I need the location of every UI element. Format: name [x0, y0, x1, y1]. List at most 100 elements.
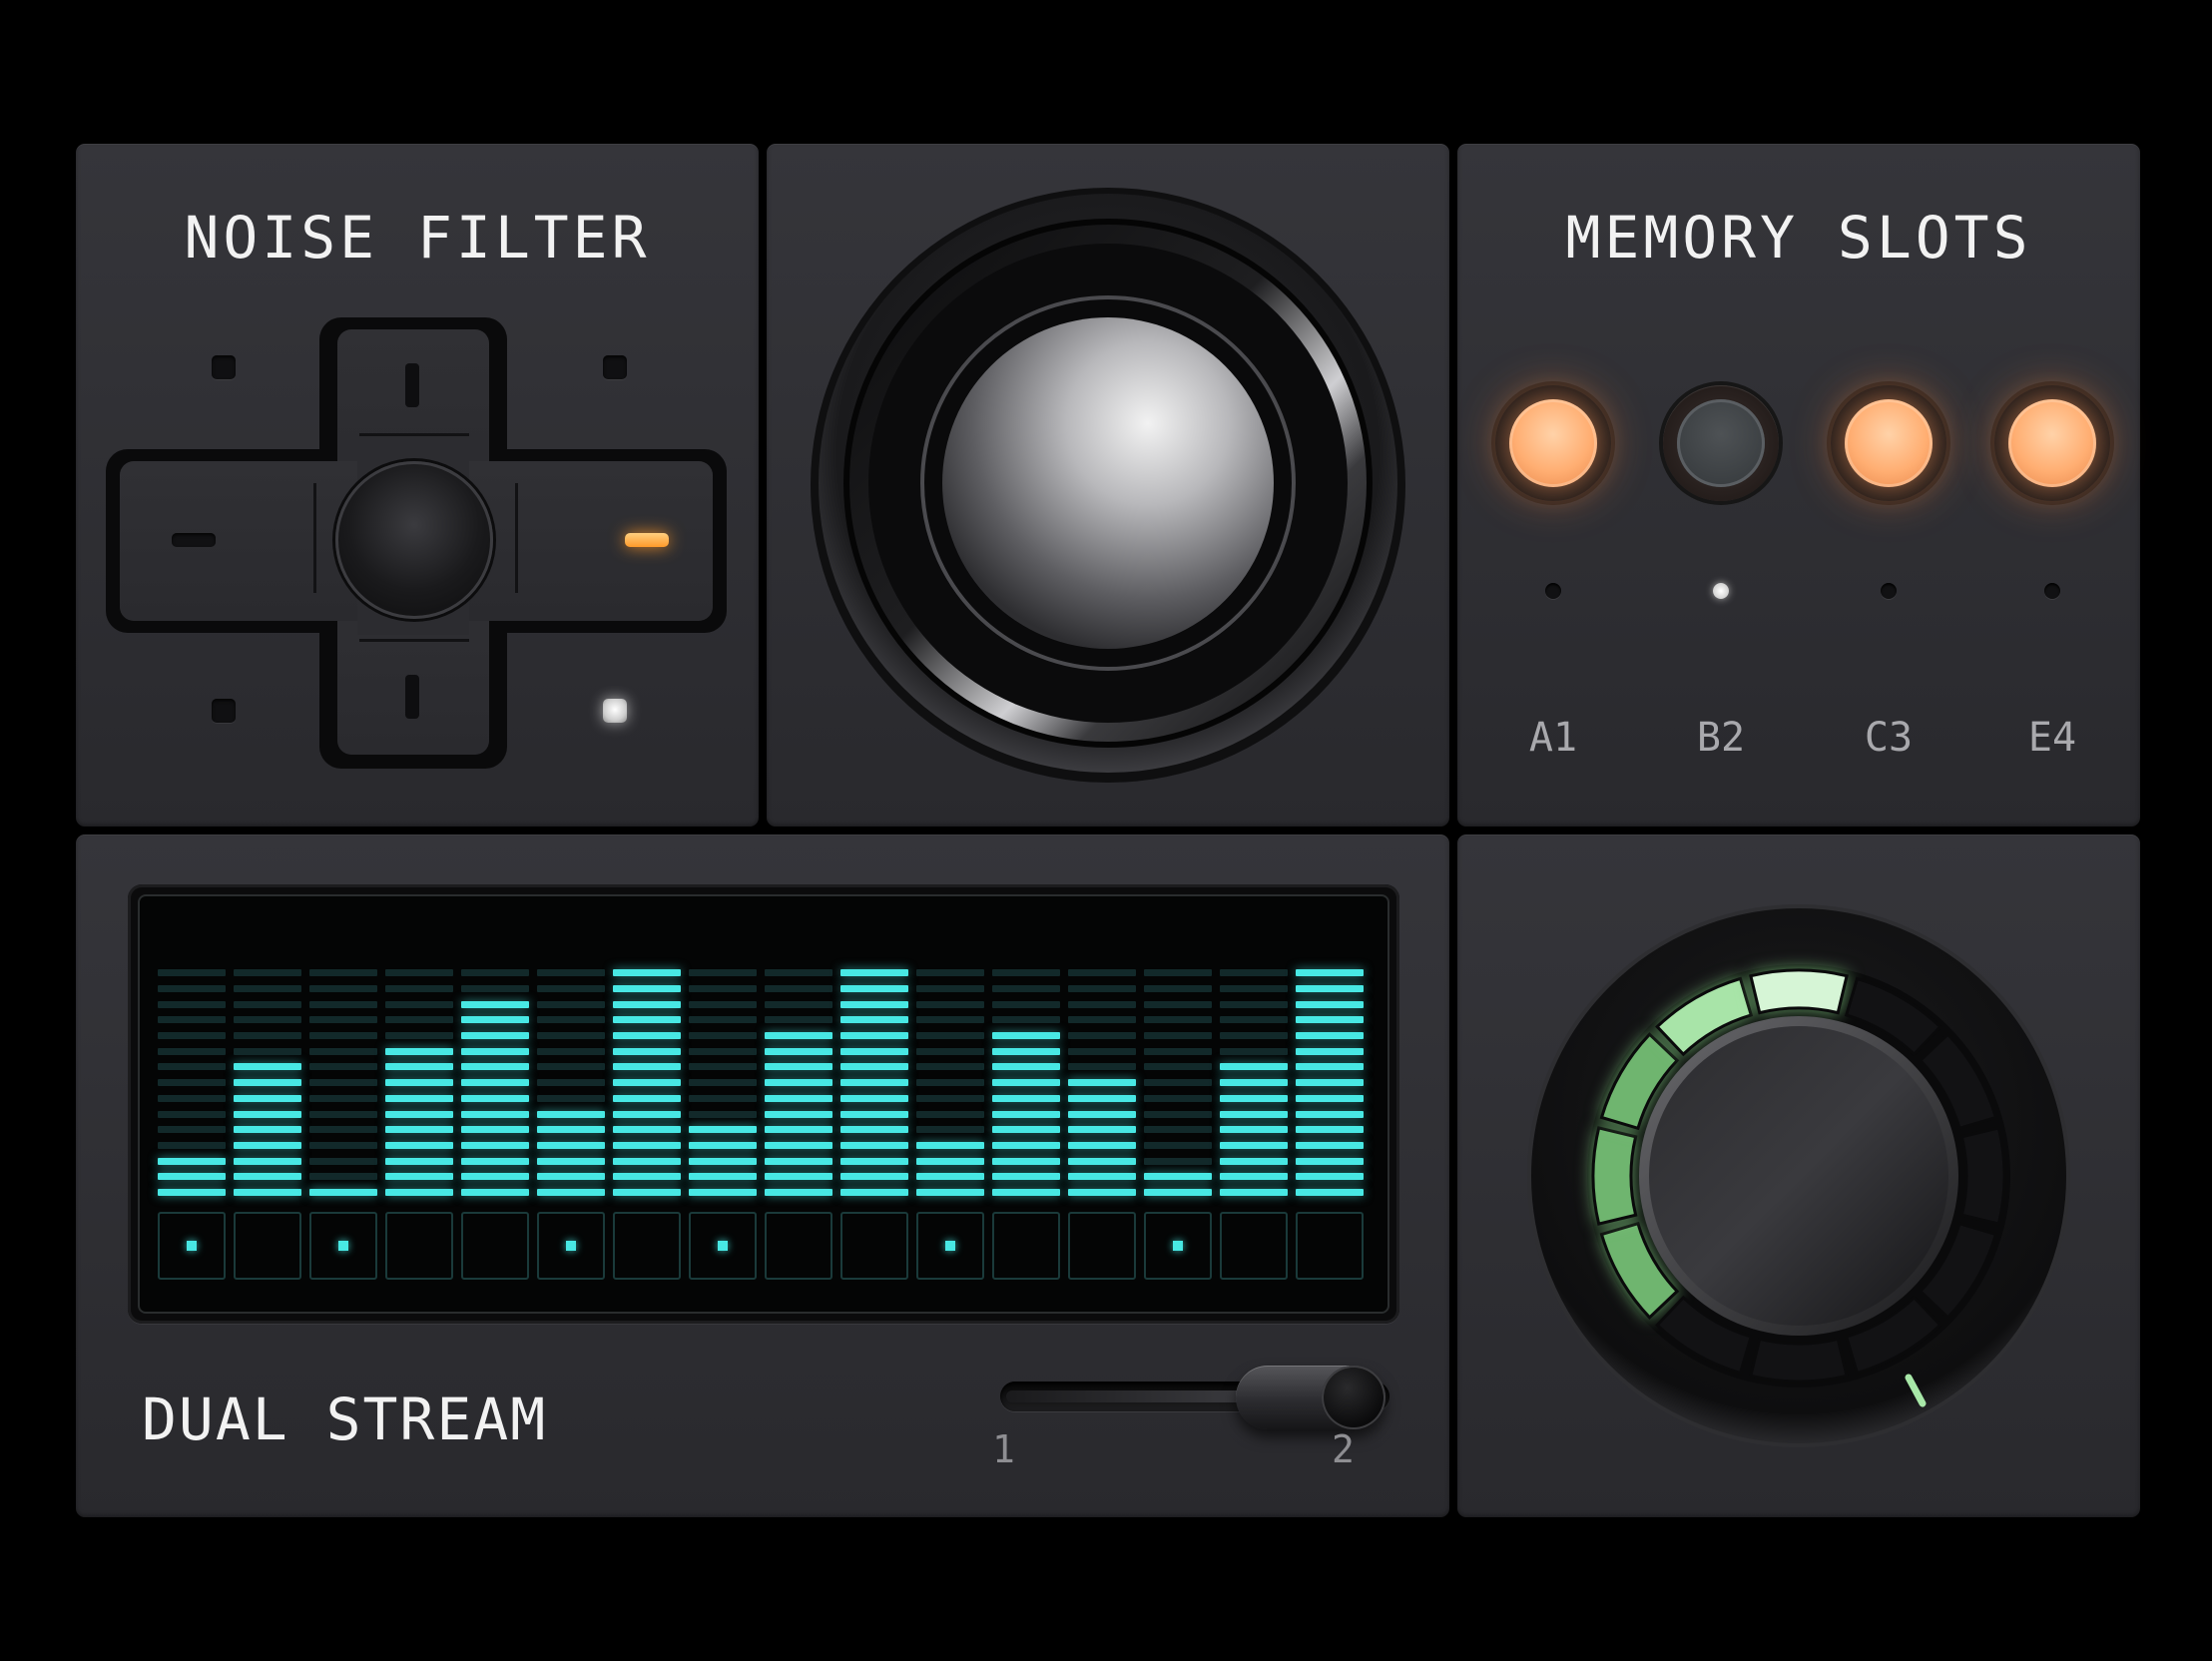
- spectrum-segment: [461, 1110, 529, 1118]
- spectrum-segment: [1296, 1079, 1364, 1087]
- stream-slider-handle[interactable]: [1236, 1366, 1385, 1429]
- sequencer-step[interactable]: [537, 1212, 605, 1280]
- level-dial[interactable]: [1457, 834, 2140, 1517]
- spectrum-segment: [461, 1063, 529, 1071]
- spectrum-segment: [1068, 1189, 1136, 1196]
- sequencer-step[interactable]: [916, 1212, 984, 1280]
- sequencer-step[interactable]: [1220, 1212, 1288, 1280]
- spectrum-segment: [461, 1141, 529, 1149]
- spectrum-segment: [461, 1094, 529, 1102]
- spectrum-segment: [461, 1032, 529, 1039]
- spectrum-segment: [992, 1094, 1060, 1102]
- sequencer-step[interactable]: [309, 1212, 377, 1280]
- sequencer-step[interactable]: [1296, 1212, 1364, 1280]
- spectrum-segment: [309, 1110, 377, 1118]
- stream-slider-cap: [1322, 1366, 1385, 1429]
- spectrum-segment: [1144, 1047, 1212, 1055]
- spectrum-segment: [385, 1141, 453, 1149]
- spectrum-segment: [1220, 1173, 1288, 1181]
- spectrum-segment: [613, 1157, 681, 1165]
- memory-slot-button[interactable]: [1831, 385, 1946, 501]
- spectrum-segment: [1220, 1032, 1288, 1039]
- spectrum-segment: [916, 1173, 984, 1181]
- stream-slider-fill: [1006, 1390, 1246, 1402]
- spectrum-segment: [158, 1157, 226, 1165]
- memory-slot-button[interactable]: [1663, 385, 1779, 501]
- spectrum-segment: [537, 1032, 605, 1039]
- spectrum-segment: [840, 1000, 908, 1008]
- memory-slot-label: C3: [1864, 715, 1914, 761]
- spectrum-segment: [840, 1079, 908, 1087]
- spectrum-segment: [916, 1157, 984, 1165]
- sequencer-step[interactable]: [158, 1212, 226, 1280]
- spectrum-segment: [1068, 1047, 1136, 1055]
- spectrum-segment: [916, 1000, 984, 1008]
- spectrum-segment: [992, 1079, 1060, 1087]
- dpad-right-button[interactable]: [455, 461, 713, 621]
- dial-segment: [1749, 968, 1849, 1015]
- sequencer-step[interactable]: [765, 1212, 832, 1280]
- spectrum-segment: [385, 1063, 453, 1071]
- spectrum-segment: [385, 969, 453, 977]
- spectrum-segment: [234, 1000, 301, 1008]
- spectrum-segment: [1296, 984, 1364, 992]
- spectrum-segment: [1144, 1016, 1212, 1024]
- spectrum-segment: [916, 1126, 984, 1134]
- dpad-center-button[interactable]: [335, 461, 493, 619]
- dual-stream-panel: DUAL STREAM 1 2: [76, 834, 1449, 1517]
- spectrum-segment: [234, 1094, 301, 1102]
- dpad-left-button[interactable]: [120, 461, 371, 621]
- main-knob[interactable]: [767, 144, 1449, 827]
- spectrum-segment: [765, 1079, 832, 1087]
- memory-slot-button[interactable]: [1495, 385, 1611, 501]
- spectrum-segment: [158, 1000, 226, 1008]
- dpad-separator-top: [359, 433, 469, 436]
- spectrum-segment: [916, 1047, 984, 1055]
- spectrum-segment: [234, 1126, 301, 1134]
- sequencer-step[interactable]: [992, 1212, 1060, 1280]
- spectrum-segment: [840, 1063, 908, 1071]
- spectrum-segment: [1068, 1094, 1136, 1102]
- sequencer-step[interactable]: [385, 1212, 453, 1280]
- spectrum-segment: [309, 969, 377, 977]
- spectrum-segment: [158, 1047, 226, 1055]
- spectrum-segment: [840, 1157, 908, 1165]
- spectrum-segment: [689, 1032, 757, 1039]
- spectrum-segment: [689, 1126, 757, 1134]
- sequencer-step[interactable]: [1068, 1212, 1136, 1280]
- spectrum-segment: [689, 1189, 757, 1196]
- spectrum-segment: [992, 1000, 1060, 1008]
- sequencer-step[interactable]: [461, 1212, 529, 1280]
- spectrum-segment: [1296, 1000, 1364, 1008]
- spectrum-segment: [537, 1189, 605, 1196]
- sequencer-step[interactable]: [1144, 1212, 1212, 1280]
- spectrum-segment: [158, 1189, 226, 1196]
- spectrum-segment: [613, 984, 681, 992]
- spectrum-segment: [1144, 1126, 1212, 1134]
- memory-slot-button[interactable]: [1994, 385, 2110, 501]
- spectrum-segment: [840, 1110, 908, 1118]
- spectrum-segment: [1296, 1016, 1364, 1024]
- spectrum-segment: [385, 984, 453, 992]
- spectrum-segment: [158, 984, 226, 992]
- sequencer-step[interactable]: [613, 1212, 681, 1280]
- corner-led-bottom-right: [603, 699, 627, 723]
- spectrum-segment: [916, 1110, 984, 1118]
- sequencer-step[interactable]: [840, 1212, 908, 1280]
- spectrum-segment: [461, 1000, 529, 1008]
- spectrum-segment: [1296, 1032, 1364, 1039]
- spectrum-segment: [1220, 1110, 1288, 1118]
- spectrum-segment: [840, 1141, 908, 1149]
- memory-slot-light: [1509, 399, 1597, 487]
- sequencer-step[interactable]: [234, 1212, 301, 1280]
- spectrum-segment: [1296, 1157, 1364, 1165]
- spectrum-segment: [916, 1079, 984, 1087]
- spectrum-segment: [1144, 969, 1212, 977]
- sequencer-step[interactable]: [689, 1212, 757, 1280]
- spectrum-segment: [840, 1126, 908, 1134]
- dial-segment: [1749, 1337, 1849, 1384]
- slider-min-label: 1: [992, 1427, 1015, 1471]
- spectrum-segment: [537, 984, 605, 992]
- spectrum-segment: [689, 1141, 757, 1149]
- spectrum-segment: [840, 984, 908, 992]
